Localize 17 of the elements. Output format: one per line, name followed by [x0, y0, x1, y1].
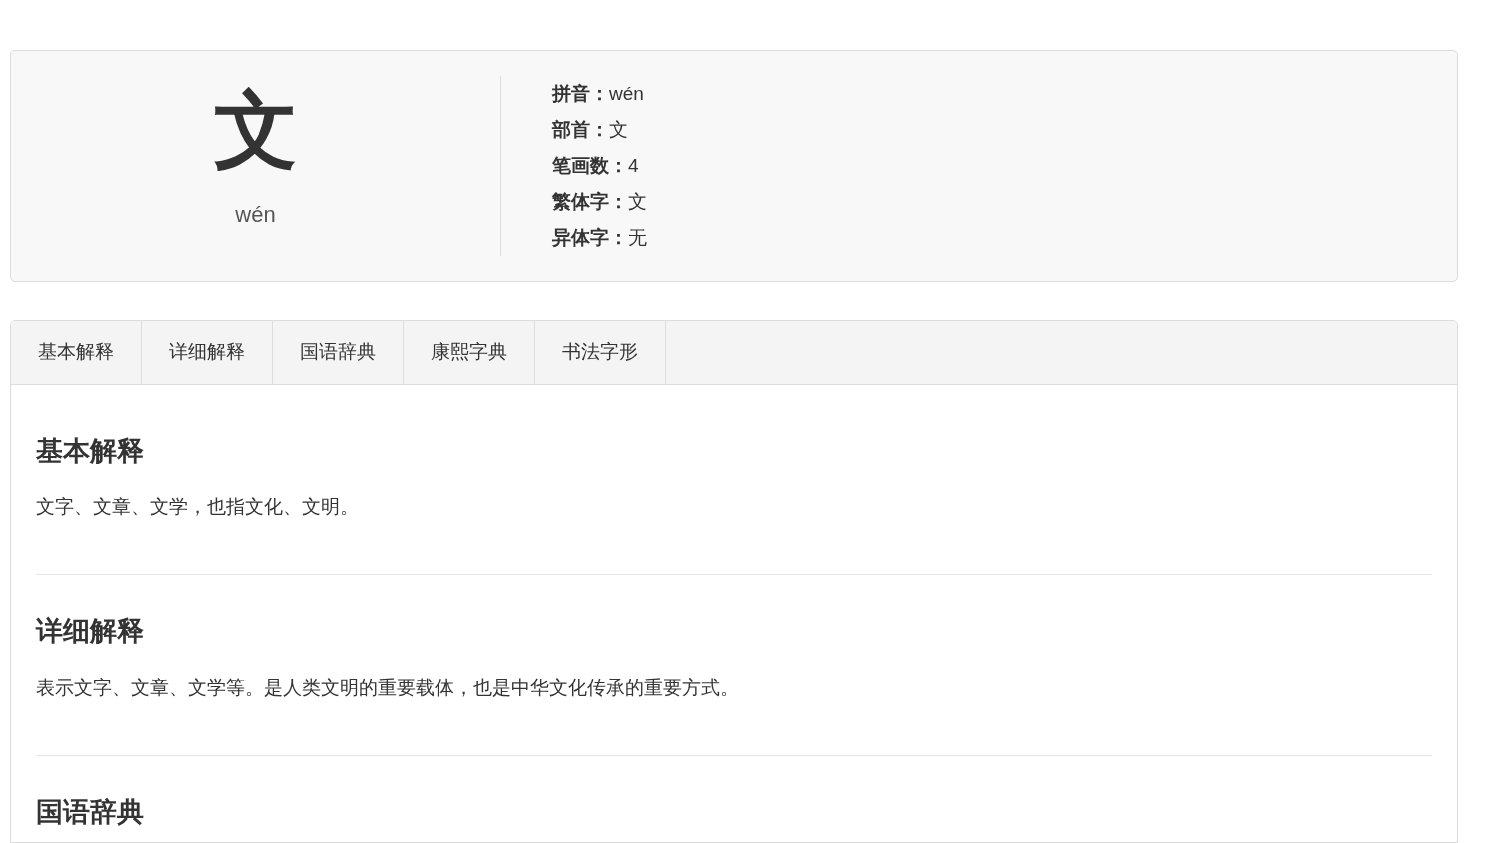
tab[interactable]: 基本解释 — [11, 321, 142, 384]
tab[interactable]: 国语辞典 — [273, 321, 404, 384]
character-pinyin: wén — [234, 201, 277, 229]
character-glyph: 文 — [212, 88, 299, 172]
section-title: 国语辞典 — [36, 796, 145, 829]
tab[interactable]: 详细解释 — [142, 321, 273, 384]
section-text: 文字、文章、文学，也指文化、文明。 — [36, 494, 360, 519]
info-row-text: 异体字：无 — [552, 226, 647, 250]
info-row-text: 部首：文 — [552, 118, 629, 142]
section-title: 基本解释 — [36, 434, 145, 467]
info-row-text: 繁体字：文 — [552, 190, 647, 214]
section-title: 详细解释 — [36, 615, 145, 648]
info-row-text: 笔画数：4 — [552, 154, 640, 178]
tab[interactable]: 康熙字典 — [404, 321, 535, 384]
info-row-text: 拼音：wén — [552, 82, 645, 106]
tab[interactable]: 书法字形 — [535, 321, 666, 384]
section-text: 表示文字、文章、文学等。是人类文明的重要载体，也是中华文化传承的重要方式。 — [36, 675, 740, 700]
